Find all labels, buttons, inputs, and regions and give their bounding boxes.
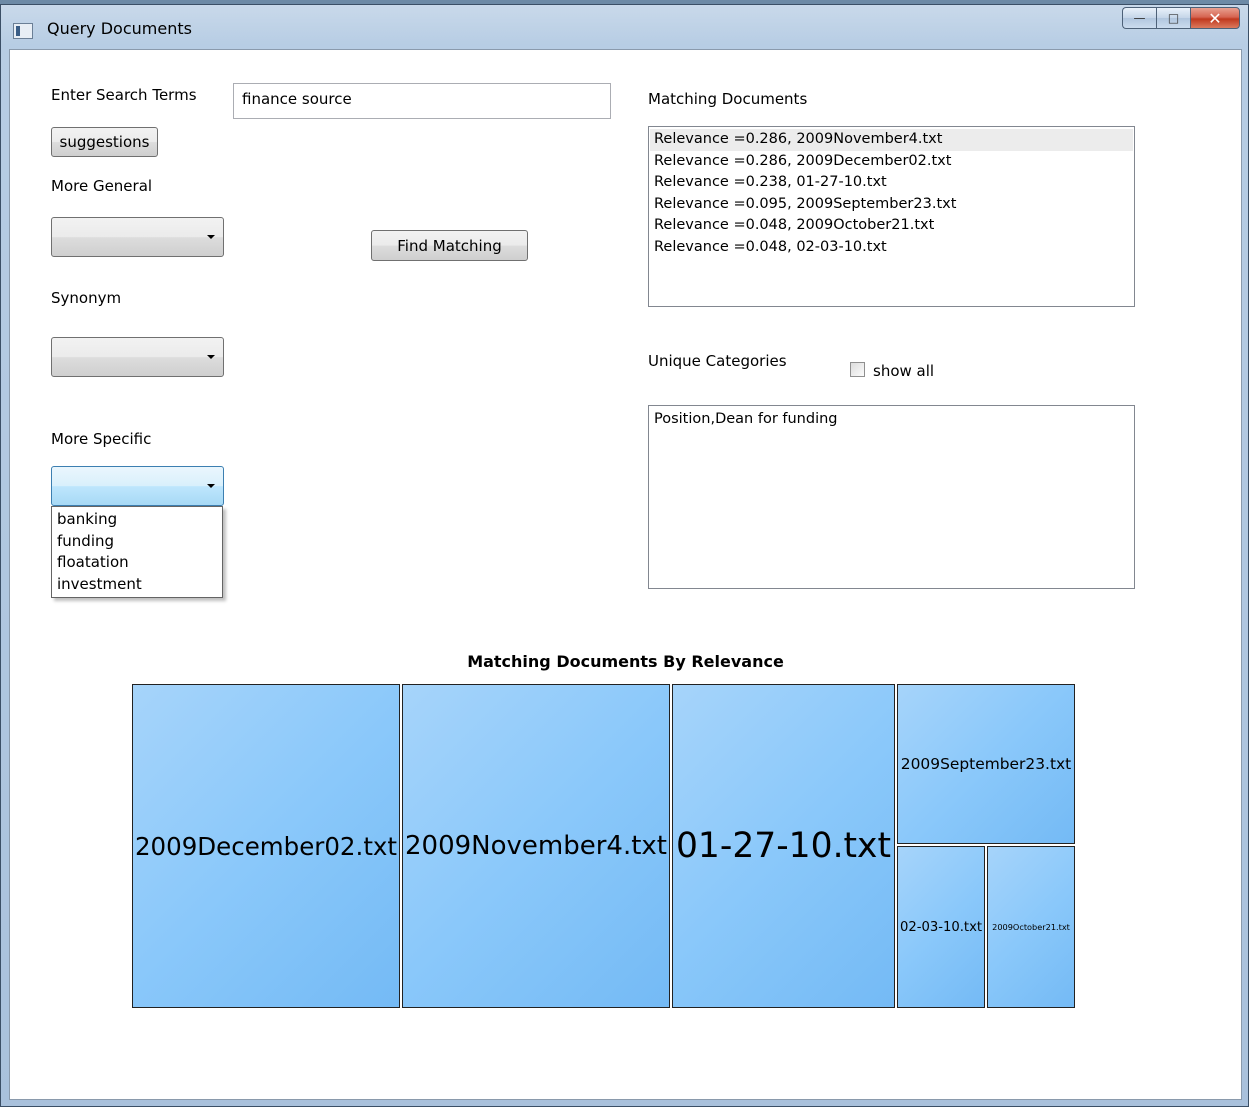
chart-title: Matching Documents By Relevance	[467, 652, 784, 671]
synonym-label: Synonym	[51, 289, 122, 307]
dropdown-option[interactable]: investment	[52, 574, 222, 596]
suggestions-button[interactable]: suggestions	[51, 127, 158, 157]
chevron-down-icon	[207, 484, 215, 488]
list-item[interactable]: Relevance =0.286, 2009December02.txt	[650, 151, 1133, 173]
treemap-tile[interactable]: 2009October21.txt	[987, 846, 1075, 1008]
list-item[interactable]: Relevance =0.048, 02-03-10.txt	[650, 237, 1133, 259]
search-input[interactable]: finance source	[233, 83, 611, 119]
more-specific-label: More Specific	[51, 430, 152, 448]
close-icon: ✕	[1208, 8, 1222, 28]
list-item[interactable]: Relevance =0.048, 2009October21.txt	[650, 215, 1133, 237]
treemap-tile-label: 02-03-10.txt	[899, 919, 983, 935]
minimize-button[interactable]: —	[1122, 7, 1156, 29]
caption-buttons: — □ ✕	[1122, 7, 1240, 29]
treemap-tile[interactable]: 2009December02.txt	[132, 684, 400, 1008]
treemap-tile-label: 01-27-10.txt	[675, 826, 892, 866]
synonym-dropdown[interactable]	[51, 337, 224, 377]
show-all-checkbox[interactable]	[850, 361, 865, 377]
dropdown-option[interactable]: floatation	[52, 552, 222, 574]
list-item[interactable]: Relevance =0.095, 2009September23.txt	[650, 194, 1133, 216]
maximize-button[interactable]: □	[1156, 7, 1190, 29]
matching-documents-label: Matching Documents	[648, 90, 808, 108]
more-general-dropdown[interactable]	[51, 217, 224, 257]
dropdown-option[interactable]: funding	[52, 531, 222, 553]
client-area: Enter Search Terms finance source sugges…	[9, 49, 1242, 1100]
treemap-tile-label: 2009September23.txt	[900, 755, 1072, 773]
treemap-chart: 2009December02.txt 2009November4.txt 01-27…	[131, 683, 1076, 1009]
treemap-tile[interactable]: 2009September23.txt	[897, 684, 1075, 844]
treemap-tile-label: 2009November4.txt	[404, 831, 667, 861]
treemap-tile-label: 2009October21.txt	[992, 922, 1070, 932]
minimize-icon: —	[1133, 11, 1146, 25]
show-all-label[interactable]: show all	[873, 362, 934, 380]
title-bar[interactable]: Query Documents — □ ✕	[1, 5, 1248, 49]
list-item[interactable]: Relevance =0.238, 01-27-10.txt	[650, 172, 1133, 194]
list-item[interactable]: Position,Dean for funding	[654, 409, 1129, 431]
unique-categories-label: Unique Categories	[648, 352, 787, 370]
show-all-checkbox-group[interactable]: show all	[850, 358, 934, 380]
treemap-tile[interactable]: 01-27-10.txt	[672, 684, 895, 1008]
app-icon	[13, 23, 33, 39]
app-window: Query Documents — □ ✕ Enter Search Terms…	[0, 4, 1249, 1107]
search-label: Enter Search Terms	[51, 86, 197, 104]
find-matching-button[interactable]: Find Matching	[371, 230, 528, 261]
close-button[interactable]: ✕	[1190, 7, 1240, 29]
chevron-down-icon	[207, 235, 215, 239]
matching-documents-list[interactable]: Relevance =0.286, 2009November4.txt Rele…	[648, 126, 1135, 307]
more-specific-options: banking funding floatation investment	[51, 506, 223, 598]
more-general-label: More General	[51, 177, 153, 195]
maximize-icon: □	[1167, 11, 1180, 25]
unique-categories-list[interactable]: Position,Dean for funding	[648, 405, 1135, 589]
chevron-down-icon	[207, 355, 215, 359]
list-item[interactable]: Relevance =0.286, 2009November4.txt	[650, 129, 1133, 151]
dropdown-option[interactable]: banking	[52, 509, 222, 531]
treemap-tile[interactable]: 2009November4.txt	[402, 684, 670, 1008]
treemap-tile-label: 2009December02.txt	[134, 831, 398, 861]
window-title: Query Documents	[47, 19, 192, 38]
treemap-tile[interactable]: 02-03-10.txt	[897, 846, 985, 1008]
more-specific-dropdown[interactable]	[51, 466, 224, 506]
